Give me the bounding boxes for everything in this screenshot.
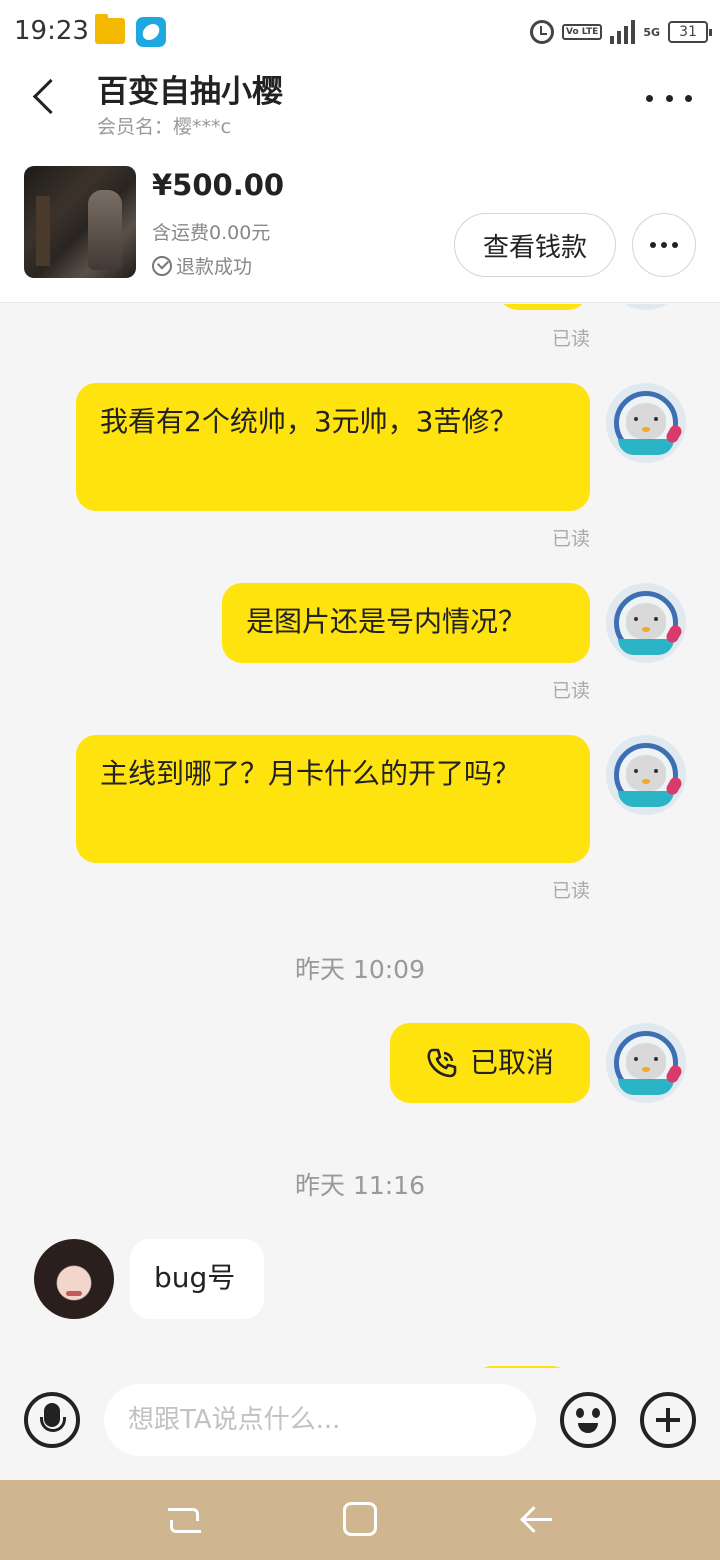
plus-icon[interactable] (640, 1392, 696, 1448)
refund-status: 退款成功 (152, 252, 252, 279)
message-input[interactable] (104, 1384, 536, 1456)
member-name: 会员名：樱***c (97, 116, 231, 138)
message-bubble[interactable] (498, 304, 588, 310)
recent-apps-icon[interactable] (168, 1504, 201, 1534)
message-timestamp: 昨天 10:09 (295, 955, 425, 984)
my-avatar[interactable] (606, 383, 686, 463)
shipping-fee: 含运费0.00元 (152, 222, 271, 244)
nav-back-icon[interactable] (520, 1506, 554, 1534)
network-type-label: 5G (643, 25, 660, 39)
app-notification-icon (136, 17, 166, 47)
my-avatar[interactable] (606, 1023, 686, 1103)
my-avatar[interactable] (606, 735, 686, 815)
message-bubble[interactable]: 是图片还是号内情况？ (222, 583, 590, 663)
back-arrow-icon[interactable] (26, 76, 66, 120)
status-time: 19:23 (14, 16, 89, 46)
signal-icon (610, 20, 636, 44)
order-price: ¥500.00 (152, 168, 285, 202)
contact-avatar[interactable] (34, 1239, 114, 1319)
system-nav-bar (0, 1480, 720, 1560)
order-card: ¥500.00 含运费0.00元 退款成功 查看钱款 (0, 152, 720, 303)
check-circle-icon (152, 255, 172, 276)
read-status: 已读 (551, 680, 590, 702)
message-bubble[interactable]: 主线到哪了？月卡什么的开了吗？ (76, 735, 590, 863)
microphone-icon[interactable] (24, 1392, 80, 1448)
chat-header: 百变自抽小樱 会员名：樱***c (0, 64, 720, 152)
my-avatar[interactable] (606, 304, 686, 310)
refund-status-label: 退款成功 (176, 256, 253, 278)
alarm-icon (529, 20, 554, 44)
message-timestamp: 昨天 11:16 (295, 1171, 425, 1200)
volte-icon: Vo LTE (561, 24, 603, 40)
my-avatar[interactable] (606, 583, 686, 663)
call-status-label: 已取消 (469, 1046, 554, 1079)
read-status: 已读 (551, 528, 590, 550)
phone-icon (426, 1047, 458, 1079)
battery-icon: 31 (668, 21, 712, 43)
call-message-bubble[interactable]: 已取消 (390, 1023, 590, 1103)
more-options-icon[interactable] (646, 86, 692, 110)
folder-icon (95, 14, 125, 44)
status-bar: 19:23 Vo LTE 5G 31 (0, 0, 720, 64)
incoming-message-bubble[interactable]: bug号 (130, 1239, 264, 1319)
read-status: 已读 (551, 328, 590, 350)
message-bubble[interactable]: 我看有2个统帅，3元帅，3苦修？ (76, 383, 590, 511)
read-status: 已读 (551, 880, 590, 902)
emoji-icon[interactable] (560, 1392, 616, 1448)
page-title: 百变自抽小樱 (97, 74, 283, 110)
view-payment-button[interactable]: 查看钱款 (454, 213, 616, 277)
card-more-icon[interactable] (632, 213, 696, 277)
product-thumbnail[interactable] (24, 166, 136, 278)
system-indicators: Vo LTE 5G 31 (529, 18, 712, 46)
input-bar (0, 1368, 720, 1480)
home-icon[interactable] (343, 1502, 377, 1536)
message-list[interactable]: 已读 我看有2个统帅，3元帅，3苦修？ 已读 是图片还是号内情况？ 已读 主线到… (0, 304, 720, 1368)
